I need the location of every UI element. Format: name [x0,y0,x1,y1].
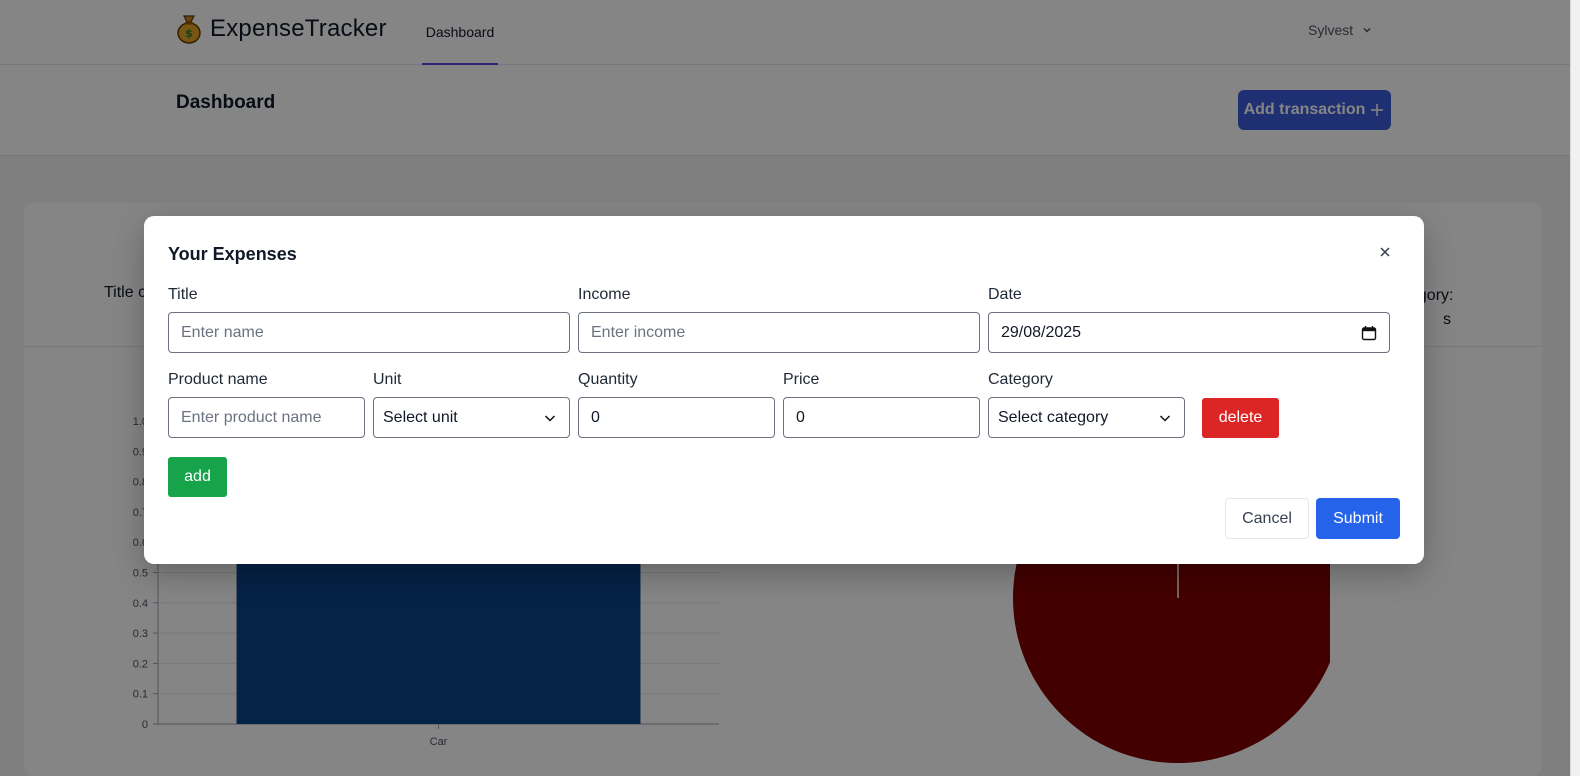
unit-select[interactable]: Select unit [373,397,570,438]
product-name-placeholder: Enter product name [181,408,322,426]
chevron-down-icon [544,414,556,422]
cancel-button[interactable]: Cancel [1225,498,1309,539]
price-input[interactable]: 0 [783,397,980,438]
close-icon[interactable] [1378,245,1392,259]
price-value: 0 [796,408,805,426]
quantity-input[interactable]: 0 [578,397,775,438]
category-label: Category [988,371,1053,388]
product-name-input[interactable]: Enter product name [168,397,365,438]
add-product-button[interactable]: add [168,457,227,497]
quantity-value: 0 [591,408,600,426]
submit-button[interactable]: Submit [1316,498,1400,539]
category-select-value: Select category [998,408,1109,426]
title-input[interactable]: Enter name [168,312,570,353]
date-value: 29/08/2025 [1001,323,1082,341]
title-label: Title [168,286,198,303]
title-placeholder: Enter name [181,323,264,341]
income-input[interactable]: Enter income [578,312,980,353]
page-scrollbar[interactable] [1570,0,1580,776]
date-input[interactable]: 29/08/2025 [988,312,1390,353]
delete-button[interactable]: delete [1202,398,1279,438]
calendar-icon[interactable] [1361,325,1377,341]
income-label: Income [578,286,631,303]
unit-select-value: Select unit [383,408,458,426]
quantity-label: Quantity [578,371,638,388]
date-label: Date [988,286,1022,303]
modal-title: Your Expenses [168,244,297,264]
product-name-label: Product name [168,371,268,388]
income-placeholder: Enter income [591,323,686,341]
chevron-down-icon [1159,414,1171,422]
expense-modal: Your Expenses Title Income Date Enter na… [144,216,1424,564]
category-select[interactable]: Select category [988,397,1185,438]
unit-label: Unit [373,371,402,388]
price-label: Price [783,371,820,388]
